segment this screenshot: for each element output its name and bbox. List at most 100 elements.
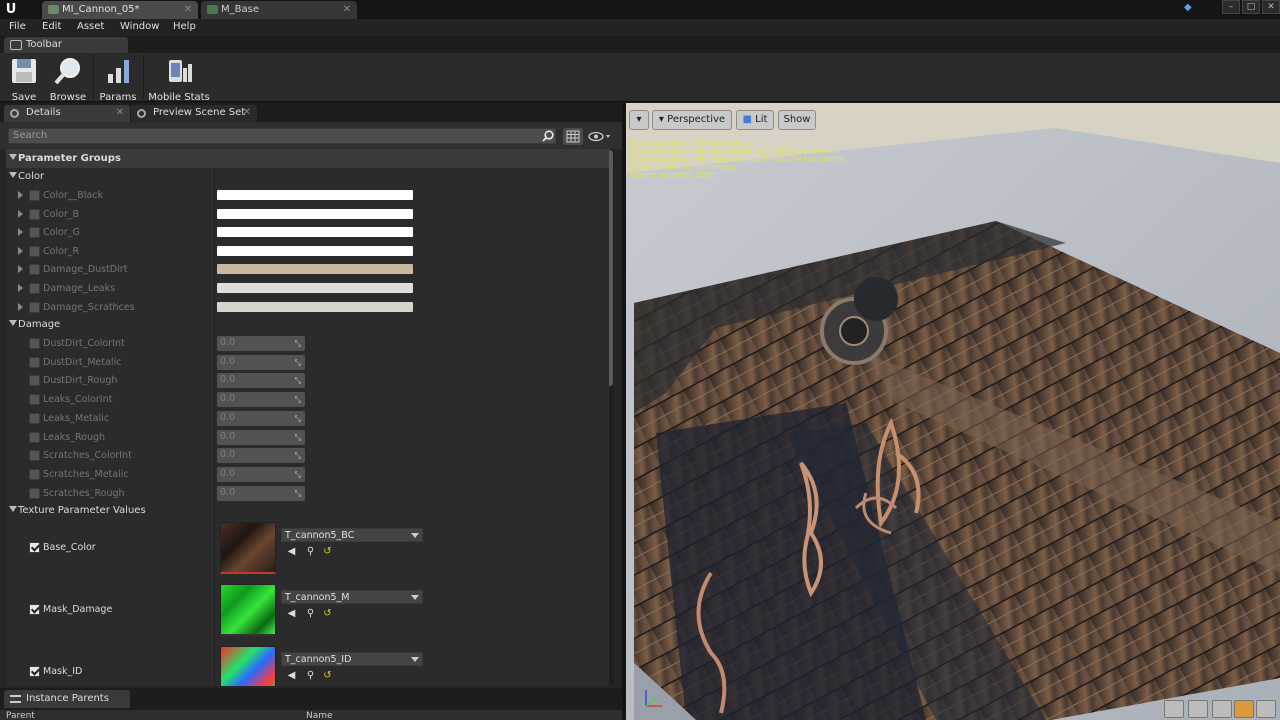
color-swatch[interactable]	[217, 283, 413, 293]
save-button[interactable]: Save	[4, 54, 44, 103]
scalar-value-input[interactable]: 0.0 ⤡	[217, 466, 305, 482]
texture-asset-dropdown[interactable]: T_cannon5_M	[281, 590, 423, 604]
scalar-value-input[interactable]: 0.0 ⤡	[217, 392, 305, 408]
close-icon[interactable]: ✕	[116, 105, 124, 121]
close-icon[interactable]: ✕	[184, 1, 192, 18]
eye-icon[interactable]	[587, 128, 613, 145]
column-parent[interactable]: Parent	[6, 711, 35, 720]
override-checkbox[interactable]	[29, 356, 40, 368]
expand-arrow-icon[interactable]	[18, 284, 23, 292]
override-checkbox[interactable]	[29, 190, 40, 201]
tab-details[interactable]: Details ✕	[4, 105, 130, 122]
magnifier-icon[interactable]: ⚲	[305, 547, 316, 558]
texture-thumbnail[interactable]	[220, 584, 276, 636]
scalar-value-input[interactable]: 0.0 ⤡	[217, 354, 305, 370]
expand-arrow-icon[interactable]	[18, 191, 23, 199]
lit-button[interactable]: ■ Lit	[736, 110, 774, 130]
preview-cube-button[interactable]	[1234, 700, 1254, 718]
color-swatch[interactable]	[217, 208, 413, 219]
grid-icon[interactable]	[563, 128, 583, 145]
override-checkbox[interactable]	[29, 375, 40, 387]
close-icon[interactable]: ✕	[243, 105, 251, 121]
scalar-value-input[interactable]: 0.0 ⤡	[217, 410, 305, 426]
color-swatch[interactable]	[217, 264, 413, 275]
color-swatch[interactable]	[217, 227, 413, 238]
reset-icon[interactable]: ↺	[322, 609, 333, 620]
maximize-button[interactable]: □	[1242, 0, 1260, 14]
minimize-button[interactable]: –	[1222, 0, 1240, 14]
search-icon[interactable]	[542, 130, 554, 142]
texture-asset-dropdown[interactable]: T_cannon5_ID	[281, 652, 423, 666]
override-checkbox[interactable]	[29, 487, 40, 499]
group-parameter-groups[interactable]: Parameter Groups	[6, 149, 609, 168]
override-checkbox[interactable]	[29, 301, 40, 313]
texture-thumbnail[interactable]	[220, 646, 276, 686]
magnifier-icon[interactable]: ⚲	[305, 609, 316, 620]
preview-mesh-button[interactable]	[1256, 700, 1276, 718]
scalar-value-input[interactable]: 0.0 ⤡	[217, 336, 305, 351]
close-window-button[interactable]: ✕	[1262, 0, 1280, 14]
override-checkbox[interactable]	[29, 338, 40, 349]
column-name[interactable]: Name	[306, 711, 333, 720]
tab-instance-parents[interactable]: Instance Parents	[4, 690, 130, 708]
doc-tab-material-instance[interactable]: MI_Cannon_05* ✕	[42, 1, 198, 19]
override-checkbox[interactable]	[29, 431, 40, 443]
override-checkbox[interactable]	[29, 450, 40, 462]
group-texture-parameter-values[interactable]: Texture Parameter Values	[6, 501, 609, 520]
texture-thumbnail[interactable]	[220, 522, 276, 574]
expand-arrow-icon[interactable]	[18, 209, 23, 218]
override-checkbox[interactable]	[29, 264, 40, 276]
override-checkbox[interactable]	[29, 227, 40, 239]
help-pin-icon[interactable]: ◆	[1184, 2, 1198, 14]
arrow-left-icon[interactable]: ◀	[286, 609, 297, 620]
texture-asset-dropdown[interactable]: T_cannon5_BC	[281, 528, 423, 542]
override-checkbox[interactable]	[29, 468, 40, 480]
reset-icon[interactable]: ↺	[322, 547, 333, 558]
scalar-value-input[interactable]: 0.0 ⤡	[217, 448, 305, 464]
preview-viewport[interactable]: ▾ ▾ Perspective ■ Lit Show Base pass sha…	[626, 103, 1280, 720]
show-button[interactable]: Show	[778, 110, 816, 130]
unreal-logo-icon[interactable]: U	[2, 1, 20, 19]
expand-arrow-icon[interactable]	[18, 246, 23, 255]
override-checkbox[interactable]	[29, 283, 40, 294]
expand-arrow-icon[interactable]	[18, 265, 23, 274]
expand-arrow-icon[interactable]	[18, 302, 23, 311]
preview-sphere-button[interactable]	[1188, 700, 1208, 718]
search-input[interactable]: Search	[8, 128, 556, 144]
menu-asset[interactable]: Asset	[77, 21, 104, 32]
viewport-options-dropdown[interactable]: ▾	[629, 110, 649, 130]
reset-icon[interactable]: ↺	[322, 671, 333, 682]
override-checkbox[interactable]	[29, 412, 40, 424]
browse-button[interactable]: Browse	[47, 54, 89, 103]
preview-plane-button[interactable]	[1212, 700, 1232, 718]
scalar-value-input[interactable]: 0.0 ⤡	[217, 373, 305, 389]
scalar-value-input[interactable]: 0.0 ⤡	[217, 429, 305, 445]
scalar-value-input[interactable]: 0.0 ⤡	[217, 485, 305, 501]
params-button[interactable]: Params	[97, 54, 139, 103]
close-icon[interactable]: ✕	[343, 1, 351, 18]
doc-tab-material[interactable]: M_Base ✕	[201, 1, 357, 19]
color-swatch[interactable]	[217, 190, 413, 200]
color-swatch[interactable]	[217, 301, 413, 312]
group-damage[interactable]: Damage	[6, 315, 609, 334]
preview-cylinder-button[interactable]	[1164, 700, 1184, 718]
magnifier-icon[interactable]: ⚲	[305, 671, 316, 682]
menu-file[interactable]: File	[9, 21, 26, 32]
expand-arrow-icon[interactable]	[18, 228, 23, 237]
menu-edit[interactable]: Edit	[42, 21, 61, 32]
menu-window[interactable]: Window	[120, 21, 159, 32]
tab-toolbar[interactable]: Toolbar	[4, 37, 128, 53]
override-checkbox[interactable]	[29, 604, 40, 615]
group-color[interactable]: Color	[6, 167, 609, 186]
override-checkbox[interactable]	[29, 208, 40, 220]
color-swatch[interactable]	[217, 245, 413, 256]
override-checkbox[interactable]	[29, 245, 40, 257]
override-checkbox[interactable]	[29, 394, 40, 406]
arrow-left-icon[interactable]: ◀	[286, 547, 297, 558]
perspective-button[interactable]: ▾ Perspective	[652, 110, 732, 130]
override-checkbox[interactable]	[29, 666, 40, 677]
arrow-left-icon[interactable]: ◀	[286, 671, 297, 682]
menu-help[interactable]: Help	[173, 21, 196, 32]
override-checkbox[interactable]	[29, 542, 40, 553]
tab-preview-scene-set[interactable]: Preview Scene Set ✕	[131, 105, 257, 122]
